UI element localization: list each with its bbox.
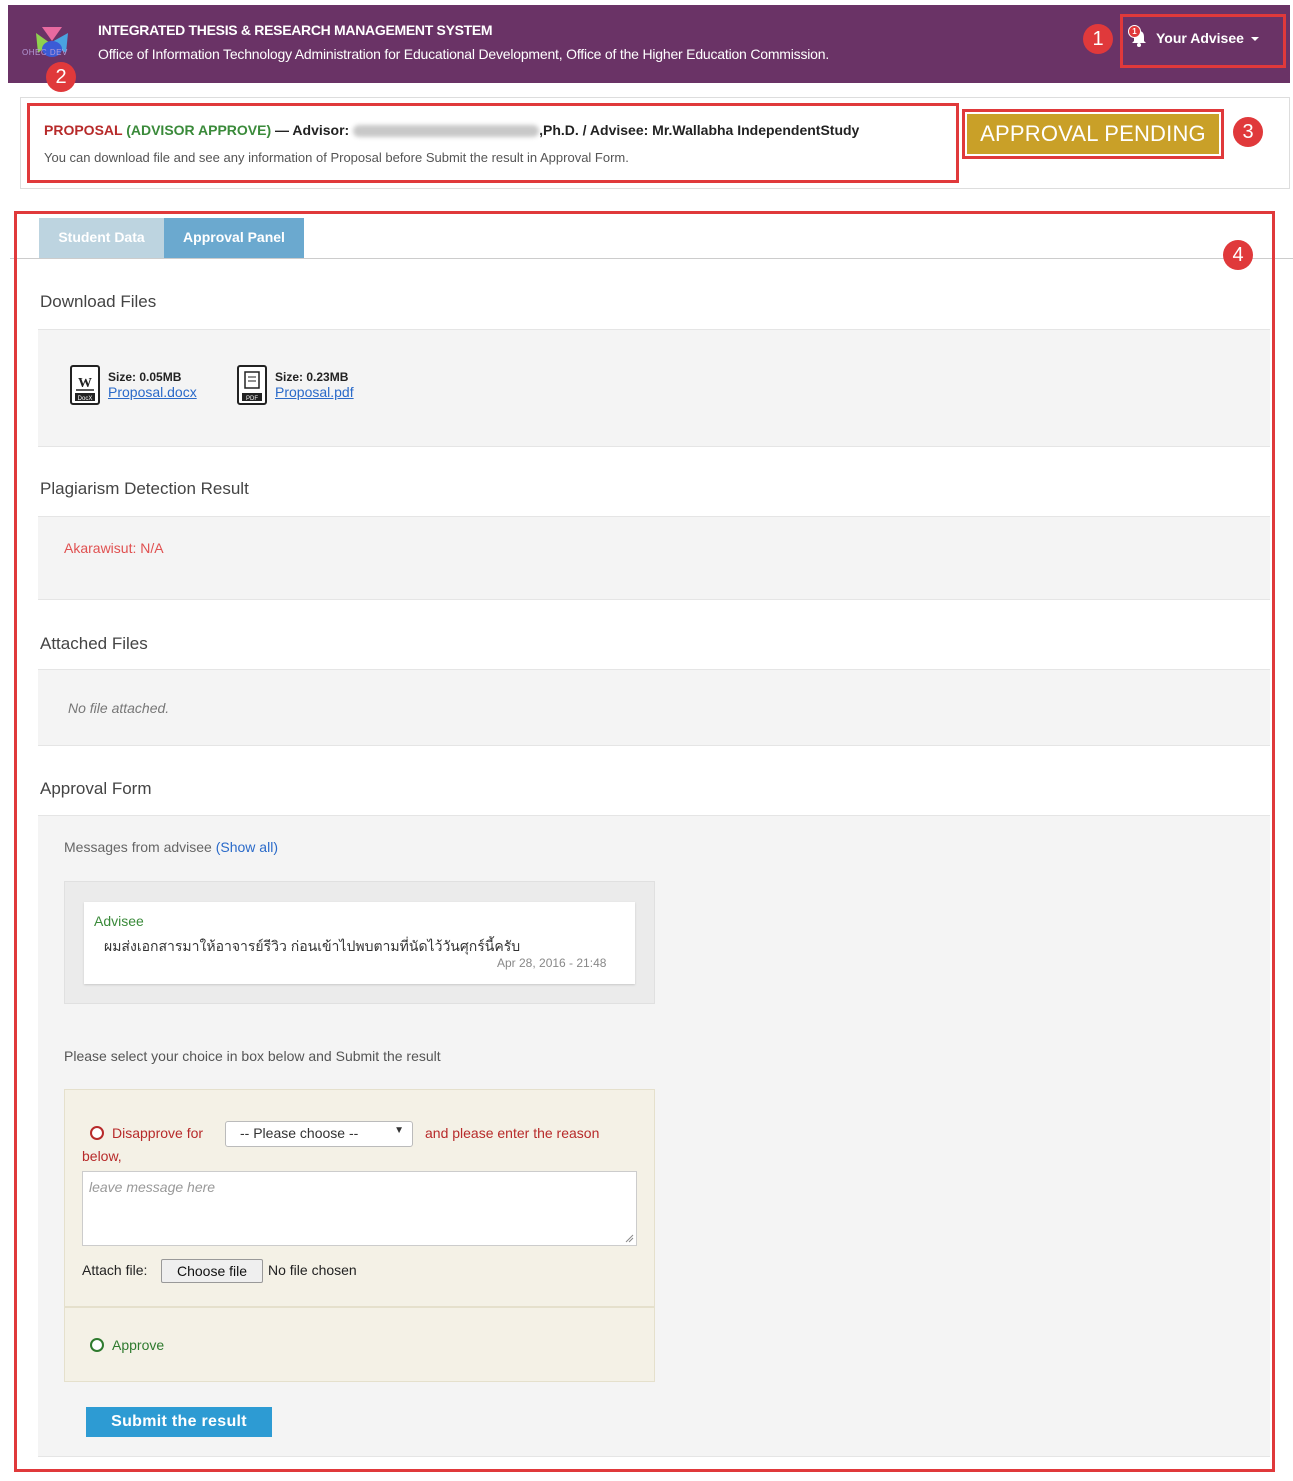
proposal-status: (ADVISOR APPROVE): [126, 122, 272, 138]
app-subtitle: Office of Information Technology Adminis…: [98, 46, 830, 62]
proposal-description: You can download file and see any inform…: [44, 150, 629, 165]
caret-down-icon: [1250, 30, 1260, 46]
advisor-advisee-text: ,Ph.D. / Advisee: Mr.Wallabha Independen…: [539, 122, 860, 138]
approval-panel-highlight: [14, 211, 1275, 1472]
your-advisee-label: Your Advisee: [1156, 30, 1244, 46]
proposal-heading: PROPOSAL (ADVISOR APPROVE) — Advisor: ,P…: [44, 122, 859, 138]
marker-2: 2: [46, 62, 76, 92]
heading-dash: —: [271, 122, 293, 138]
proposal-highlight: [27, 103, 959, 183]
app-title: INTEGRATED THESIS & RESEARCH MANAGEMENT …: [98, 22, 493, 38]
blurred-advisor-name: [353, 125, 540, 138]
approval-pending-badge: APPROVAL PENDING: [967, 114, 1219, 154]
your-advisee-menu[interactable]: 1 Your Advisee: [1128, 25, 1260, 47]
proposal-type: PROPOSAL: [44, 122, 123, 138]
marker-3: 3: [1233, 117, 1263, 147]
marker-1: 1: [1083, 24, 1113, 54]
bell-icon: 1: [1128, 25, 1150, 47]
advisor-prefix: Advisor:: [292, 122, 354, 138]
ohec-logo: [36, 27, 68, 57]
notification-badge: 1: [1128, 25, 1141, 38]
logo-text: OHEC DEV: [22, 48, 68, 57]
